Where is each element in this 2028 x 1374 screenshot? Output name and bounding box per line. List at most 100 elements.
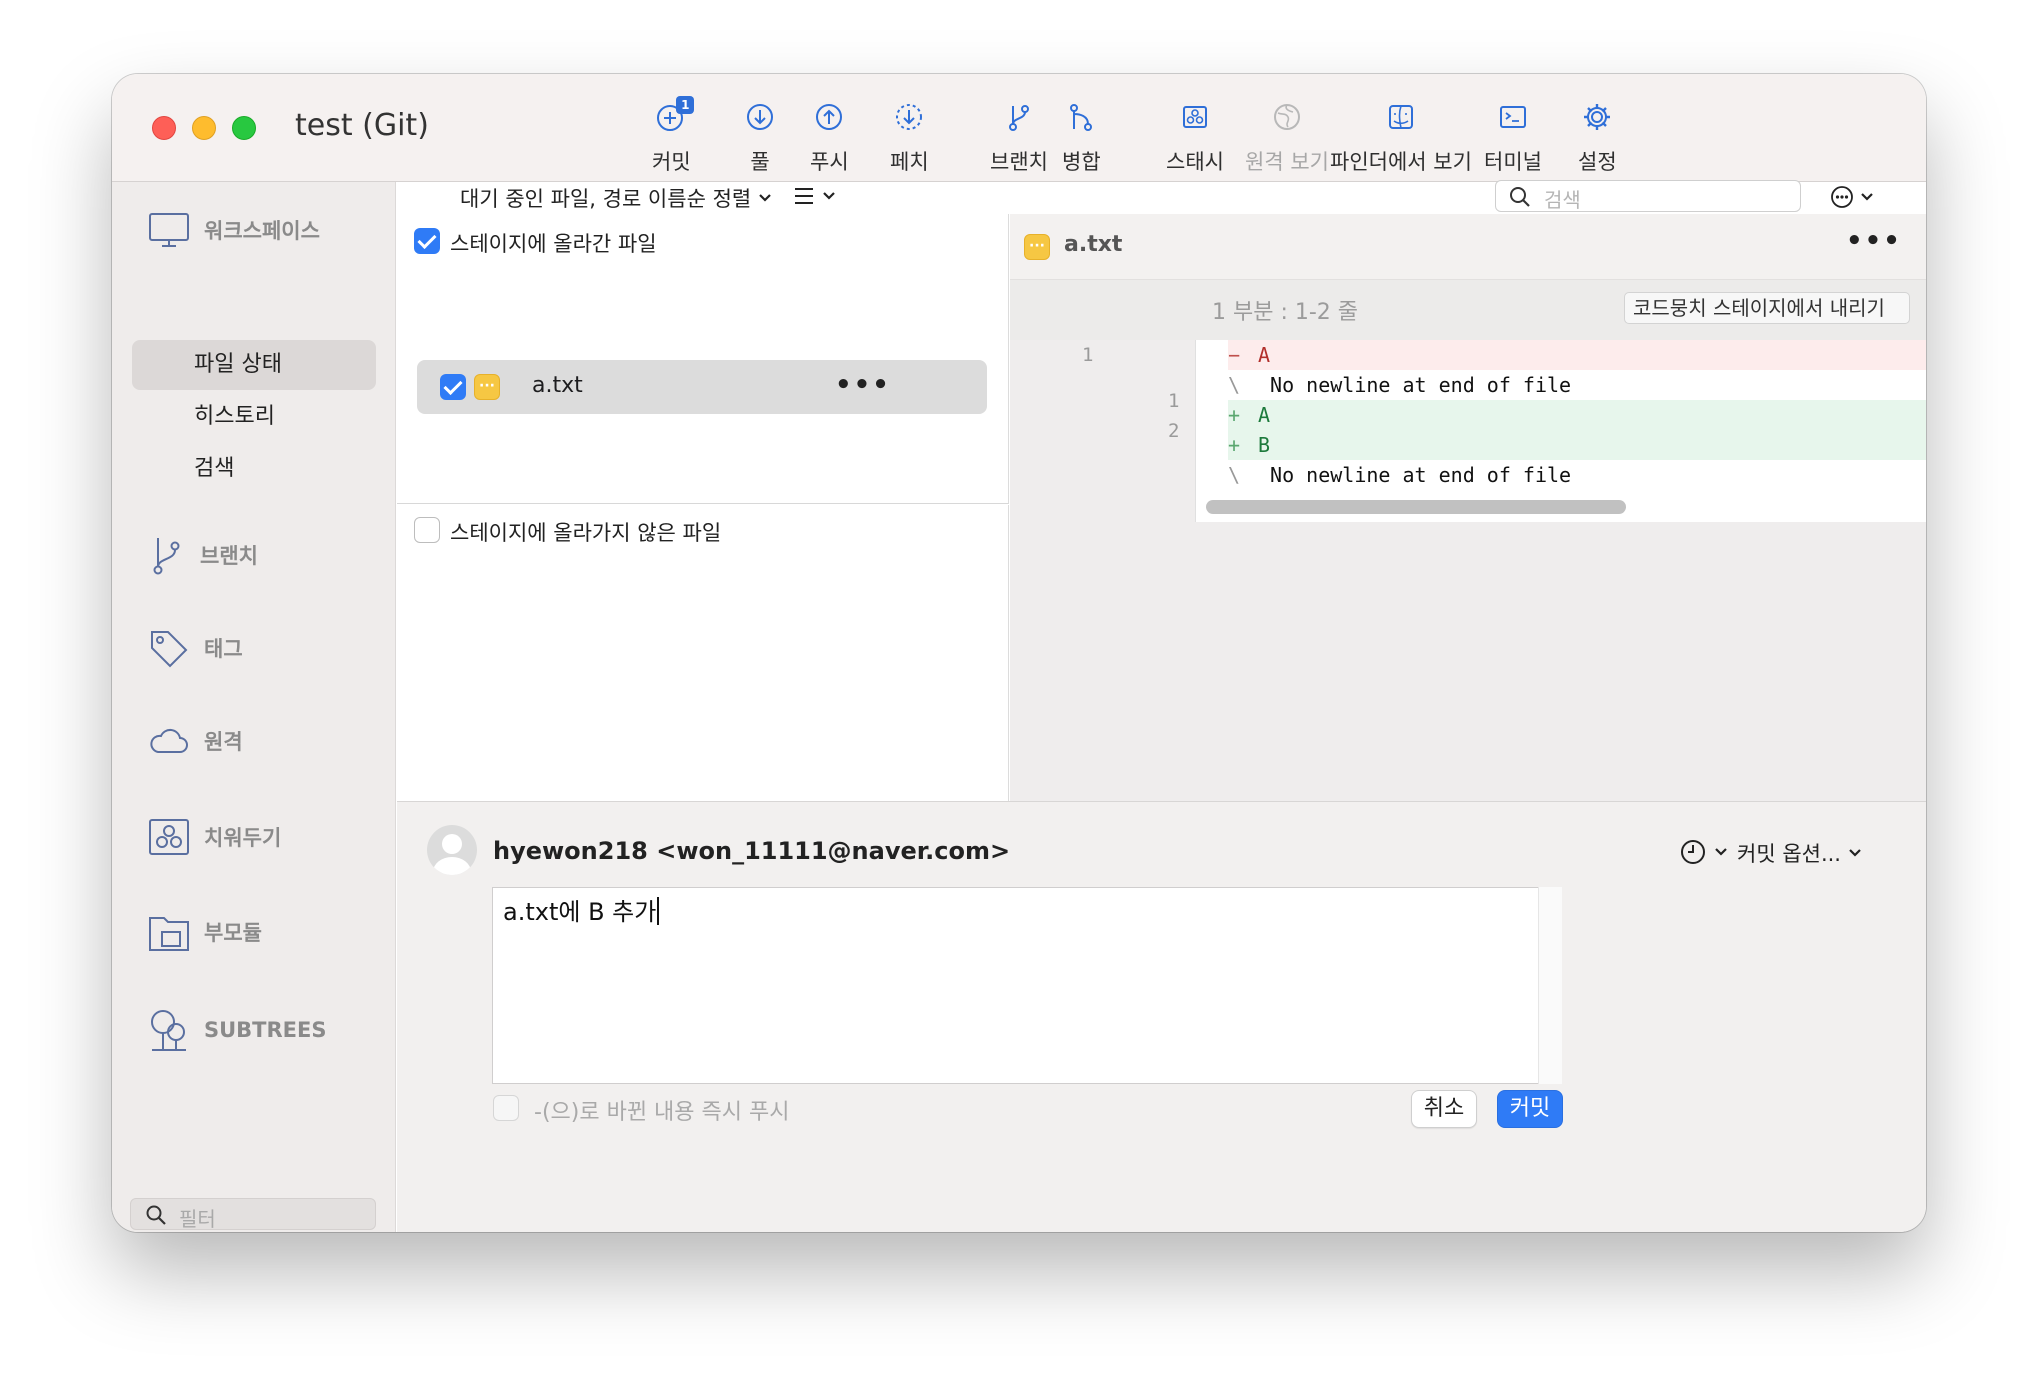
sort-dropdown[interactable]: 대기 중인 파일, 경로 이름순 정렬	[460, 183, 773, 213]
new-line-number: 2	[1168, 420, 1180, 442]
zoom-window-button[interactable]	[232, 116, 256, 140]
list-view-icon	[795, 188, 813, 204]
fetch-icon	[890, 98, 928, 136]
toolbar-stash-label: 스태시	[1166, 150, 1224, 174]
chevron-down-icon	[1849, 849, 1861, 857]
sidebar-section-label: SUBTREES	[204, 1018, 327, 1042]
toolbar-merge-button[interactable]: 병합	[1062, 98, 1101, 182]
sidebar-section-label: 브랜치	[200, 544, 258, 568]
chevron-down-icon	[823, 192, 835, 200]
chevron-down-icon	[1715, 848, 1727, 856]
file-actions-button[interactable]: •••	[835, 370, 891, 400]
filter-placeholder: 필터	[179, 1207, 216, 1231]
sidebar-section-stashes[interactable]: 치워두기	[148, 818, 281, 856]
toolbar-settings-label: 설정	[1578, 150, 1617, 174]
commit-count-badge: 1	[676, 96, 695, 114]
push-immediately-checkbox[interactable]	[493, 1095, 519, 1121]
stash-icon	[1176, 98, 1214, 136]
chevron-down-icon	[1861, 193, 1873, 201]
diff-line-text: B	[1258, 433, 1271, 457]
ellipsis-circle-icon	[1831, 186, 1853, 208]
toolbar-stash-button[interactable]: 스태시	[1166, 98, 1224, 182]
commit-history-dropdown[interactable]	[1679, 838, 1729, 866]
diff-header: ··· a.txt •••	[1010, 214, 1926, 280]
sidebar-section-label: 태그	[204, 637, 243, 661]
toolbar-fetch-label: 페치	[890, 150, 929, 174]
file-name: a.txt	[532, 373, 583, 398]
close-window-button[interactable]	[152, 116, 176, 140]
terminal-icon	[1494, 98, 1532, 136]
diff-actions-button[interactable]: •••	[1846, 226, 1902, 256]
old-line-number: 1	[1082, 344, 1094, 366]
toolbar-merge-label: 병합	[1062, 150, 1101, 174]
commit-options-dropdown[interactable]: 커밋 옵션...	[1737, 838, 1863, 868]
minimize-window-button[interactable]	[192, 116, 216, 140]
more-options-dropdown[interactable]	[1829, 184, 1875, 210]
toolbar-commit-button[interactable]: 1 커밋	[652, 96, 695, 182]
toolbar-terminal-button[interactable]: 터미널	[1484, 98, 1542, 182]
sidebar-item-file-status[interactable]: 파일 상태	[132, 340, 376, 390]
sidebar-section-submodules[interactable]: 부모듈	[148, 912, 262, 952]
sort-label: 대기 중인 파일, 경로 이름순 정렬	[460, 187, 752, 211]
view-mode-dropdown[interactable]	[793, 186, 837, 206]
toolbar-pull-label: 풀	[750, 150, 770, 174]
sidebar-workspace-label: 워크스페이스	[204, 219, 320, 243]
file-checkbox[interactable]	[440, 374, 466, 400]
staged-all-checkbox[interactable]	[414, 228, 440, 254]
commit-message-input[interactable]: a.txt에 B 추가	[492, 887, 1562, 1084]
diff-line-added: + A	[1228, 400, 1926, 430]
diff-horizontal-scrollbar[interactable]	[1206, 500, 1626, 514]
diff-line-deleted: − A	[1228, 340, 1926, 370]
sidebar: 워크스페이스 파일 상태 히스토리 검색 브랜치 태그 원격 치워두기 부모듈 …	[112, 182, 396, 1232]
file-list-toolbar: 대기 중인 파일, 경로 이름순 정렬 검색	[397, 180, 1926, 214]
toolbar-push-label: 푸시	[810, 150, 849, 174]
commit-button[interactable]: 커밋	[1497, 1090, 1563, 1128]
toolbar-push-button[interactable]: 푸시	[810, 98, 849, 182]
sidebar-item-history[interactable]: 히스토리	[132, 392, 376, 442]
tag-icon	[151, 631, 188, 668]
staged-file-row[interactable]: ··· a.txt •••	[417, 360, 987, 414]
unstage-hunk-button[interactable]: 코드뭉치 스테이지에서 내리기	[1624, 292, 1910, 324]
toolbar-finder-label: 파인더에서 보기	[1330, 150, 1472, 174]
sidebar-section-subtrees[interactable]: SUBTREES	[148, 1008, 327, 1052]
sidebar-section-branches[interactable]: 브랜치	[148, 534, 258, 576]
search-icon	[146, 1205, 166, 1225]
globe-icon	[1268, 98, 1306, 136]
sidebar-section-label: 치워두기	[204, 826, 282, 850]
diff-marker: \	[1228, 373, 1241, 397]
unstaged-all-checkbox[interactable]	[414, 517, 440, 543]
diff-line-text: A	[1258, 343, 1271, 367]
new-line-number: 1	[1168, 390, 1180, 412]
sidebar-workspace-header[interactable]: 워크스페이스	[148, 212, 320, 248]
toolbar-settings-button[interactable]: 설정	[1578, 98, 1617, 182]
diff-line-text: A	[1258, 403, 1271, 427]
toolbar-branch-button[interactable]: 브랜치	[990, 98, 1048, 182]
search-input[interactable]: 검색	[1495, 180, 1801, 212]
sidebar-section-label: 부모듈	[204, 921, 262, 945]
toolbar-remote-view-button[interactable]: 원격 보기	[1245, 98, 1329, 182]
unstaged-files-pane: 스테이지에 올라가지 않은 파일	[397, 505, 1009, 801]
toolbar-fetch-button[interactable]: 페치	[890, 98, 929, 182]
hunk-header: 1 부분 : 1-2 줄 코드뭉치 스테이지에서 내리기	[1010, 280, 1926, 340]
line-number-gutter: 1 1 2	[1010, 340, 1196, 522]
diff-line-context: \ No newline at end of file	[1228, 370, 1926, 400]
toolbar-commit-label: 커밋	[652, 150, 691, 174]
sidebar-section-tags[interactable]: 태그	[148, 628, 243, 668]
diff-marker: \	[1228, 463, 1241, 487]
toolbar-finder-button[interactable]: 파인더에서 보기	[1330, 98, 1472, 182]
diff-marker: −	[1228, 343, 1241, 367]
finder-icon	[1382, 98, 1420, 136]
cancel-button[interactable]: 취소	[1411, 1090, 1477, 1128]
sidebar-filter-input[interactable]: 필터	[130, 1198, 376, 1231]
sidebar-item-search[interactable]: 검색	[132, 444, 376, 494]
text-caret	[657, 897, 660, 925]
sidebar-section-remotes[interactable]: 원격	[148, 726, 243, 756]
toolbar-pull-button[interactable]: 풀	[741, 98, 779, 182]
chevron-down-icon	[759, 194, 771, 202]
titlebar: test (Git) 1 커밋 풀 푸시 페치 브랜치 병합 스태시 원격 보기…	[112, 74, 1926, 182]
modified-status-icon: ···	[1024, 234, 1050, 260]
unstaged-files-title: 스테이지에 올라가지 않은 파일	[450, 521, 722, 545]
toolbar-remote-view-label: 원격 보기	[1245, 150, 1329, 174]
hunk-label: 1 부분 : 1-2 줄	[1212, 300, 1359, 325]
commit-message-scrollbar[interactable]	[1538, 887, 1562, 1084]
